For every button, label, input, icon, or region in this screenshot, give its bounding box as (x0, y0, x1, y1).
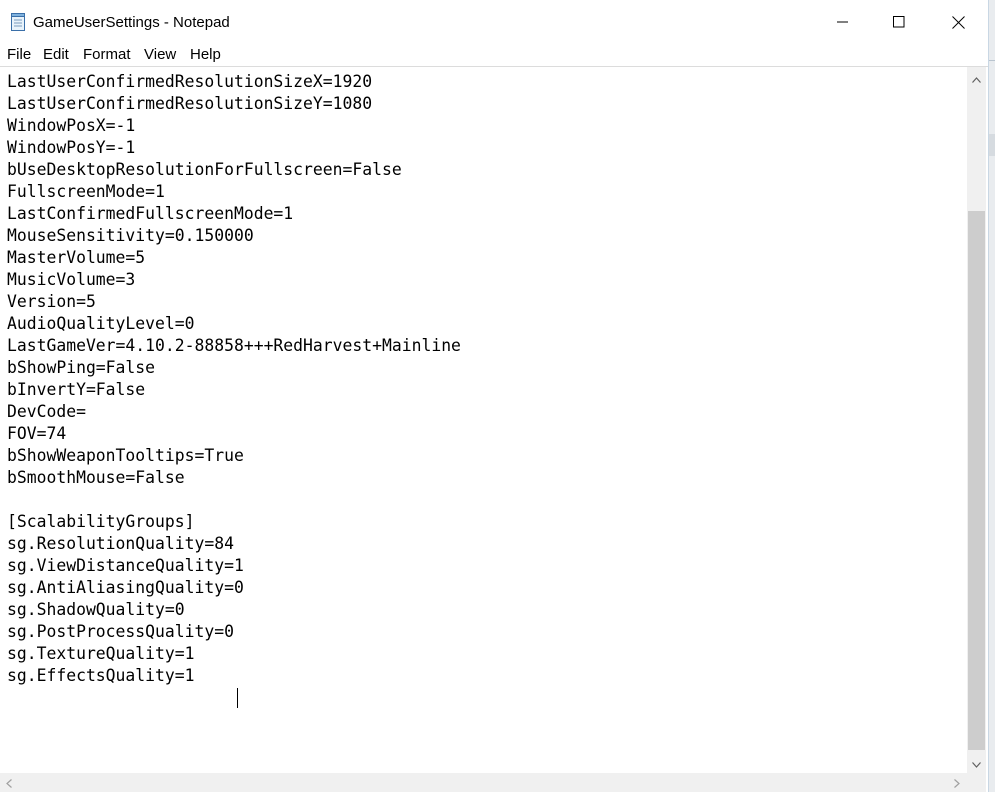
scroll-right-button[interactable] (948, 773, 965, 792)
window-title: GameUserSettings - Notepad (33, 14, 230, 31)
menu-format[interactable]: Format (83, 46, 131, 63)
scroll-down-button[interactable] (967, 754, 986, 771)
minimize-icon (837, 21, 849, 23)
notepad-icon[interactable] (10, 13, 26, 31)
menu-bar: File Edit Format View Help (0, 44, 988, 66)
background-tab-edge (989, 134, 995, 156)
arrow-up-icon (972, 68, 981, 87)
background-divider (989, 60, 995, 61)
arrow-right-icon (953, 773, 960, 792)
editor-text[interactable]: LastUserConfirmedResolutionSizeX=1920 La… (7, 71, 461, 687)
menu-help[interactable]: Help (190, 46, 221, 63)
vertical-scroll-thumb[interactable] (968, 211, 985, 750)
close-button[interactable] (935, 0, 981, 44)
horizontal-scrollbar[interactable] (0, 773, 967, 792)
title-bar[interactable]: GameUserSettings - Notepad (0, 0, 988, 44)
background-window-edge (989, 0, 995, 792)
arrow-left-icon (5, 773, 12, 792)
text-caret (237, 688, 238, 708)
text-editor[interactable]: LastUserConfirmedResolutionSizeX=1920 La… (0, 67, 967, 773)
notepad-window: GameUserSettings - Notepad File Edit For… (0, 0, 989, 792)
close-icon (951, 15, 965, 29)
maximize-button[interactable] (876, 0, 922, 44)
arrow-down-icon (972, 753, 981, 772)
minimize-button[interactable] (820, 0, 866, 44)
maximize-icon (893, 16, 905, 28)
scroll-up-button[interactable] (967, 69, 986, 86)
scroll-left-button[interactable] (0, 773, 17, 792)
vertical-scrollbar[interactable] (967, 67, 986, 773)
menu-file[interactable]: File (7, 46, 31, 63)
scrollbar-corner (967, 773, 986, 792)
menu-edit[interactable]: Edit (43, 46, 69, 63)
menu-view[interactable]: View (144, 46, 176, 63)
